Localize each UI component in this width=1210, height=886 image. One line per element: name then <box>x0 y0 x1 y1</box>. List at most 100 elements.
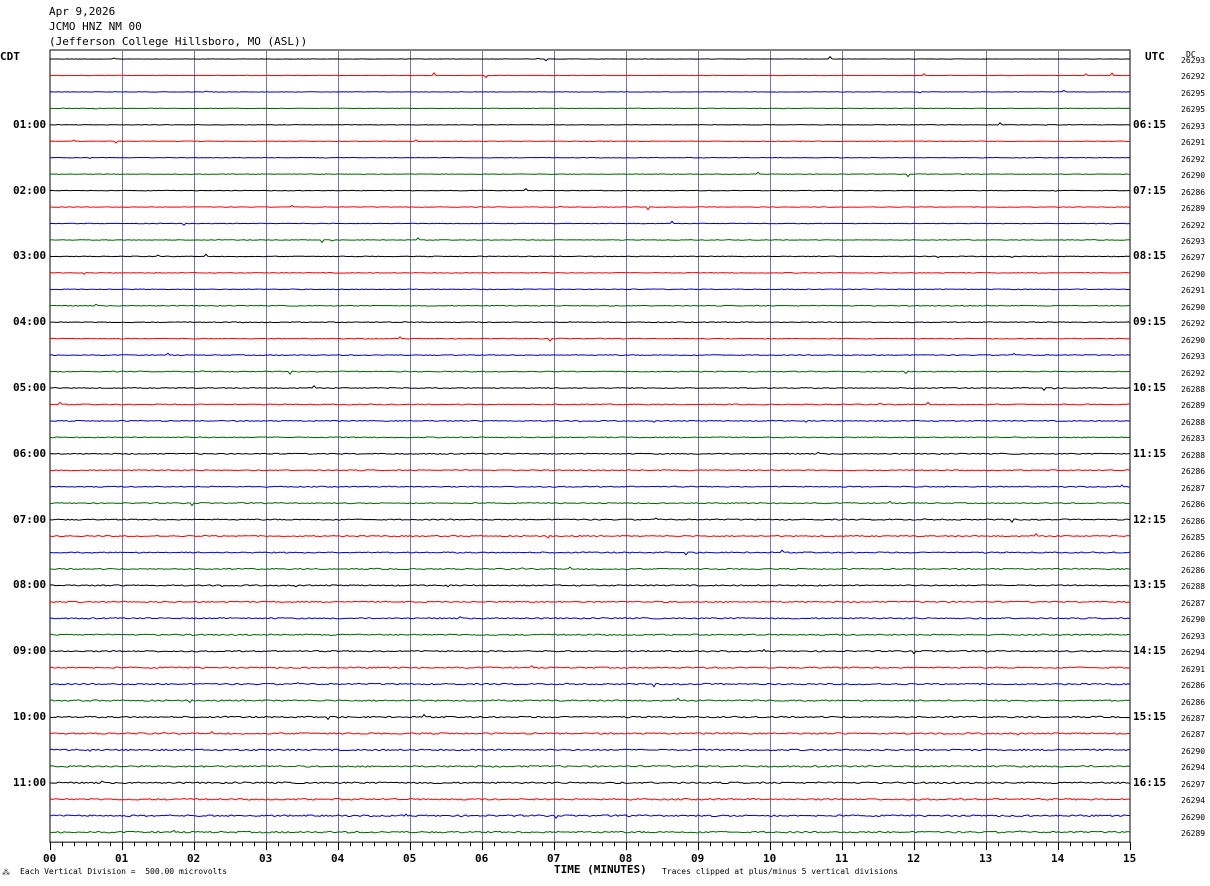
dc-value: 26295 <box>1181 105 1206 115</box>
dc-value: 26292 <box>1181 154 1206 164</box>
x-tick-label: 13 <box>979 852 993 866</box>
right-hour-label: 08:15 <box>1133 249 1167 263</box>
trace-line <box>49 566 1131 571</box>
left-hour-label: 06:00 <box>13 446 47 460</box>
trace-line <box>49 517 1131 524</box>
dc-value: 26290 <box>1181 302 1206 312</box>
right-hour-label: 10:15 <box>1133 381 1167 394</box>
helicorder-chart <box>49 49 1131 851</box>
trace-line <box>49 188 1131 192</box>
x-tick-label: 06 <box>475 852 489 866</box>
dc-value: 26293 <box>1181 352 1206 362</box>
dc-value: 26287 <box>1181 483 1206 493</box>
trace-line <box>49 237 1131 244</box>
trace-line <box>49 352 1131 357</box>
plot-frame <box>49 49 1131 843</box>
trace-line <box>49 780 1131 785</box>
trace-line <box>49 204 1131 211</box>
x-tick-label: 11 <box>835 852 849 866</box>
trace-line <box>49 730 1131 736</box>
dc-value: 26289 <box>1181 401 1206 411</box>
left-hour-label: 08:00 <box>13 578 47 592</box>
trace-line <box>49 122 1131 126</box>
dc-value: 26294 <box>1181 763 1206 773</box>
dc-value: 26283 <box>1181 434 1206 444</box>
trace-line <box>49 436 1131 439</box>
dc-value: 26291 <box>1181 664 1206 674</box>
trace-line <box>49 72 1131 79</box>
left-hour-label: 05:00 <box>13 381 47 394</box>
trace-line <box>49 55 1131 62</box>
left-hour-label: 02:00 <box>13 183 47 197</box>
x-tick-label: 12 <box>907 852 921 866</box>
trace-line <box>49 303 1131 307</box>
trace-line <box>49 89 1131 94</box>
dc-value: 26293 <box>1181 56 1206 65</box>
x-tick-label: 10 <box>763 852 777 866</box>
trace-line <box>49 384 1131 392</box>
x-tick-label: 09 <box>691 852 705 866</box>
right-hour-label: 07:15 <box>1133 183 1167 197</box>
trace-line <box>49 500 1131 507</box>
dc-value: 26287 <box>1181 714 1206 723</box>
dc-value: 26297 <box>1181 253 1206 263</box>
trace-line <box>49 549 1131 556</box>
dc-value: 26287 <box>1181 598 1206 608</box>
trace-line <box>49 401 1131 406</box>
dc-value: 26285 <box>1181 533 1206 543</box>
trace-line <box>49 813 1131 820</box>
trace-line <box>49 748 1131 752</box>
dc-value: 26288 <box>1181 450 1206 460</box>
right-hour-label: 16:15 <box>1133 775 1167 789</box>
x-tick-label: 04 <box>331 852 345 866</box>
dc-value: 26290 <box>1181 812 1206 822</box>
trace-line <box>49 419 1131 423</box>
dc-value: 26286 <box>1181 187 1206 197</box>
trace-line <box>49 648 1131 655</box>
dc-value: 26286 <box>1181 549 1206 559</box>
left-hour-label: 09:00 <box>13 644 47 658</box>
scale-note: Each Vertical Division = 500.00 microvol… <box>20 867 228 876</box>
left-hour-label: 04:00 <box>13 315 47 329</box>
dc-value: 26290 <box>1181 335 1206 345</box>
dc-value: 26294 <box>1181 796 1206 806</box>
x-tick-label: 00 <box>43 852 57 866</box>
x-tick-label: 01 <box>115 852 129 866</box>
right-hour-label: 11:15 <box>1133 446 1167 460</box>
trace-line <box>49 253 1131 259</box>
dc-value: 26290 <box>1181 269 1206 279</box>
left-hour-label: 01:00 <box>13 117 47 131</box>
trace-line <box>49 220 1131 226</box>
trace-line <box>49 370 1131 375</box>
right-hour-label: 12:15 <box>1133 512 1167 526</box>
left-hour-label: 03:00 <box>13 249 47 263</box>
trace-line <box>49 633 1131 636</box>
dc-value: 26291 <box>1181 286 1206 296</box>
dc-value: 26286 <box>1181 467 1206 477</box>
trace-line <box>49 156 1131 159</box>
trace-line <box>49 682 1131 688</box>
dc-value: 26292 <box>1181 72 1206 82</box>
x-tick-label: 15 <box>1123 852 1137 866</box>
right-hour-label: 15:15 <box>1133 710 1167 723</box>
dc-value: 26291 <box>1181 138 1206 148</box>
trace-line <box>49 271 1131 275</box>
dc-value: 26294 <box>1181 648 1206 658</box>
dc-value: 26289 <box>1181 829 1206 839</box>
right-hour-label: 14:15 <box>1133 644 1167 658</box>
trace-line <box>49 532 1131 539</box>
left-hour-label: 10:00 <box>13 710 47 723</box>
trace-line <box>49 584 1131 588</box>
x-tick-label: 03 <box>259 852 273 866</box>
trace-line <box>49 451 1131 455</box>
left-hour-label: 07:00 <box>13 512 47 526</box>
x-tick-label: 14 <box>1051 852 1065 866</box>
dc-value: 26297 <box>1181 779 1206 789</box>
trace-line <box>49 288 1131 291</box>
dc-value: 26286 <box>1181 500 1206 510</box>
trace-line <box>49 697 1131 704</box>
right-hour-label: 09:15 <box>1133 315 1167 329</box>
x-tick-label: 05 <box>403 852 417 866</box>
trace-line <box>49 665 1131 669</box>
trace-line <box>49 107 1131 110</box>
